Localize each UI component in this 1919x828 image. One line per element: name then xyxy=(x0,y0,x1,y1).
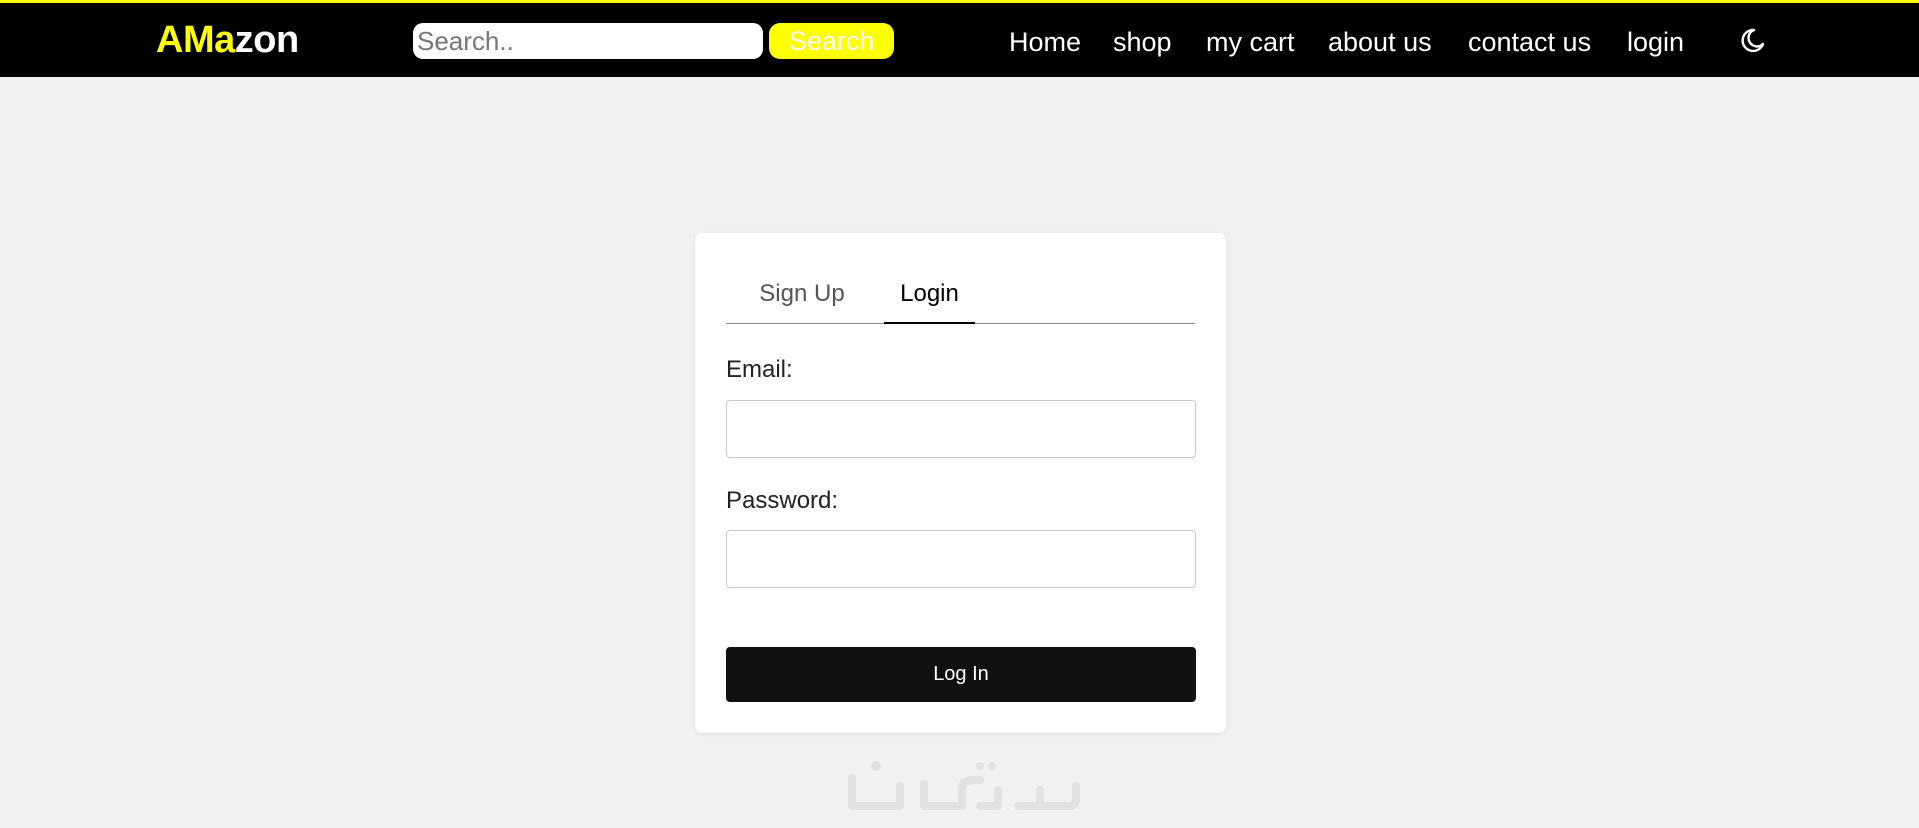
log-in-button[interactable]: Log In xyxy=(726,647,1196,702)
email-field[interactable] xyxy=(726,400,1196,458)
auth-card: Sign Up Login Email: Password: Log In xyxy=(695,233,1226,733)
password-field[interactable] xyxy=(726,530,1196,588)
email-label: Email: xyxy=(726,356,793,383)
logo-part-yellow: AMa xyxy=(156,19,235,61)
password-label: Password: xyxy=(726,487,839,514)
tab-sign-up[interactable]: Sign Up xyxy=(726,279,878,323)
nav-link-contact-us[interactable]: contact us xyxy=(1468,23,1591,61)
site-logo[interactable]: AMazon xyxy=(156,18,299,62)
nav-link-my-cart[interactable]: my cart xyxy=(1206,23,1295,61)
top-navbar: AMazon Search Home shop my cart about us… xyxy=(0,0,1919,77)
tab-login[interactable]: Login xyxy=(884,279,975,324)
moon-icon[interactable] xyxy=(1737,25,1767,55)
auth-tabs: Sign Up Login xyxy=(726,279,1195,324)
nav-link-shop[interactable]: shop xyxy=(1113,23,1172,61)
nav-link-home[interactable]: Home xyxy=(1009,23,1081,61)
nav-link-about-us[interactable]: about us xyxy=(1328,23,1432,61)
logo-part-white: zon xyxy=(234,19,299,61)
nav-link-login[interactable]: login xyxy=(1627,23,1684,61)
search-input[interactable] xyxy=(413,23,763,59)
watermark-logo xyxy=(830,750,1090,820)
search-button[interactable]: Search xyxy=(769,23,894,59)
